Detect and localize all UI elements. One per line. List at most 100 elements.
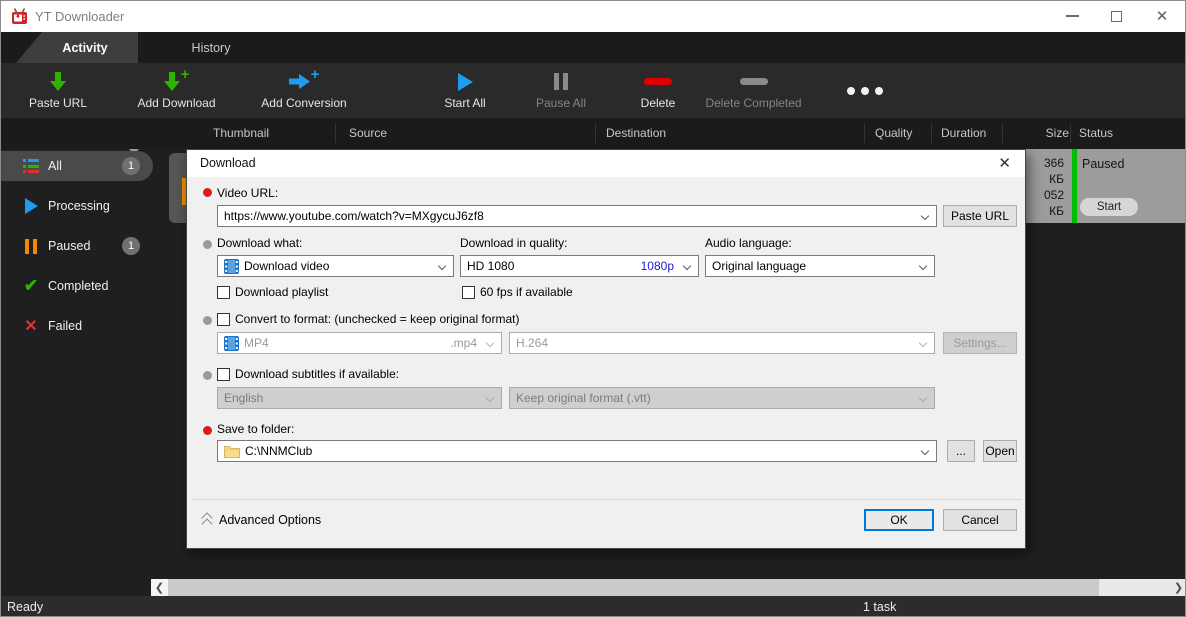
convert-format-select: MP4 .mp4 [217,332,502,354]
minimize-button[interactable] [1057,4,1087,28]
scrollbar-thumb[interactable] [168,579,1099,596]
advanced-options-link[interactable]: Advanced Options [219,513,321,527]
delete-completed-icon [740,78,768,85]
sidebar-item-all[interactable]: All 1 [1,151,153,181]
required-bullet [203,188,212,197]
task-status-badge: Paused [1082,157,1124,171]
close-button[interactable]: ✕ [1147,4,1177,28]
pause-icon [554,73,568,90]
add-download-button[interactable]: + Add Download [129,65,224,116]
checkbox-unchecked[interactable] [217,286,230,299]
chevron-down-icon[interactable] [921,447,929,455]
checkbox-unchecked[interactable] [462,286,475,299]
subtitles-checkbox[interactable]: Download subtitles if available: [217,367,399,381]
list-header: Thumbnail Source Destination Quality Dur… [1,118,1185,149]
column-quality[interactable]: Quality [875,126,912,140]
open-folder-button[interactable]: Open [983,440,1017,462]
quality-select[interactable]: HD 1080 1080p [460,255,699,277]
fps-checkbox[interactable]: 60 fps if available [462,285,573,299]
chevron-down-icon[interactable] [438,262,446,270]
video-url-value: https://www.youtube.com/watch?v=MXgycuJ6… [224,209,484,223]
download-playlist-checkbox[interactable]: Download playlist [217,285,328,299]
sidebar-item-completed[interactable]: ✔ Completed [1,271,153,301]
paste-url-button[interactable]: Paste URL [13,65,103,116]
sidebar-all-badge: 1 [122,157,140,175]
ok-button[interactable]: OK [864,509,934,531]
column-destination[interactable]: Destination [606,126,666,140]
codec-select: H.264 [509,332,935,354]
add-conversion-button[interactable]: + Add Conversion [256,65,352,116]
tab-history-label: History [192,41,231,55]
option-bullet [203,371,212,380]
codec-value: H.264 [516,336,548,350]
more-options-button[interactable] [840,65,890,116]
start-all-button[interactable]: Start All [425,65,505,116]
fps-label: 60 fps if available [480,285,573,299]
maximize-button[interactable] [1101,4,1131,28]
film-icon [224,336,239,351]
subtitle-language-select: English [217,387,502,409]
video-url-input[interactable]: https://www.youtube.com/watch?v=MXgycuJ6… [217,205,937,227]
chevron-down-icon[interactable] [683,262,691,270]
add-conversion-label: Add Conversion [261,96,346,110]
sidebar-all-label: All [48,159,62,173]
dialog-title: Download [200,156,256,170]
tab-activity-label: Activity [62,41,107,55]
checkbox-unchecked[interactable] [217,368,230,381]
delete-icon [644,78,672,85]
add-download-label: Add Download [137,96,215,110]
dialog-title-bar: Download ✕ [187,150,1025,177]
minimize-icon [1066,15,1079,17]
column-source[interactable]: Source [349,126,387,140]
sidebar-item-paused[interactable]: Paused 1 [1,231,153,261]
delete-button[interactable]: Delete [618,65,698,116]
sidebar-completed-label: Completed [48,279,108,293]
download-what-select[interactable]: Download video [217,255,454,277]
convert-format-checkbox[interactable]: Convert to format: (unchecked = keep ori… [217,312,519,326]
cancel-button[interactable]: Cancel [943,509,1017,531]
status-task-count: 1 task [863,600,896,614]
close-icon: ✕ [1156,9,1169,24]
save-folder-select[interactable]: C:\NNMClub [217,440,937,462]
audio-language-value: Original language [712,259,806,273]
advanced-options-chevron-icon[interactable] [201,514,214,528]
chevron-down-icon [486,339,494,347]
status-bar: Ready 1 task [1,596,1185,617]
scroll-right-button[interactable]: ❯ [1170,579,1186,596]
add-download-icon: + [164,72,190,92]
chevron-down-icon[interactable] [919,262,927,270]
column-size[interactable]: Size [1001,126,1069,140]
title-bar: YT Downloader ✕ [1,1,1185,32]
column-duration[interactable]: Duration [941,126,986,140]
horizontal-scrollbar[interactable]: ❮ ❯ [151,579,1186,596]
app-window: YT Downloader ✕ Activity History Paste U… [0,0,1186,617]
dialog-separator [192,499,1022,500]
sidebar-item-failed[interactable]: ✕ Failed [1,311,153,341]
tab-activity[interactable]: Activity [16,32,138,63]
completed-check-icon: ✔ [21,277,41,295]
delete-label: Delete [641,96,676,110]
scroll-left-button[interactable]: ❮ [151,579,168,596]
tab-history[interactable]: History [161,32,261,63]
chevron-down-icon [919,339,927,347]
column-thumbnail[interactable]: Thumbnail [213,126,269,140]
column-status[interactable]: Status [1079,126,1113,140]
task-start-button[interactable]: Start [1080,198,1138,216]
option-bullet [203,240,212,249]
folder-icon [224,444,240,458]
dialog-paste-url-button[interactable]: Paste URL [943,205,1017,227]
checkbox-unchecked[interactable] [217,313,230,326]
failed-x-icon: ✕ [21,317,41,335]
browse-button[interactable]: ... [947,440,975,462]
sidebar-item-processing[interactable]: Processing [1,191,153,221]
app-logo-icon [11,8,28,25]
quality-value: HD 1080 [467,259,514,273]
progress-bar [1072,149,1077,223]
audio-language-select[interactable]: Original language [705,255,935,277]
paste-url-label: Paste URL [29,96,87,110]
chevron-down-icon[interactable] [921,212,929,220]
film-icon [224,259,239,274]
download-playlist-label: Download playlist [235,285,328,299]
dialog-close-icon[interactable]: ✕ [994,154,1015,172]
task-row[interactable]: 366 КБ 052 КБ Paused Start [1026,149,1186,223]
